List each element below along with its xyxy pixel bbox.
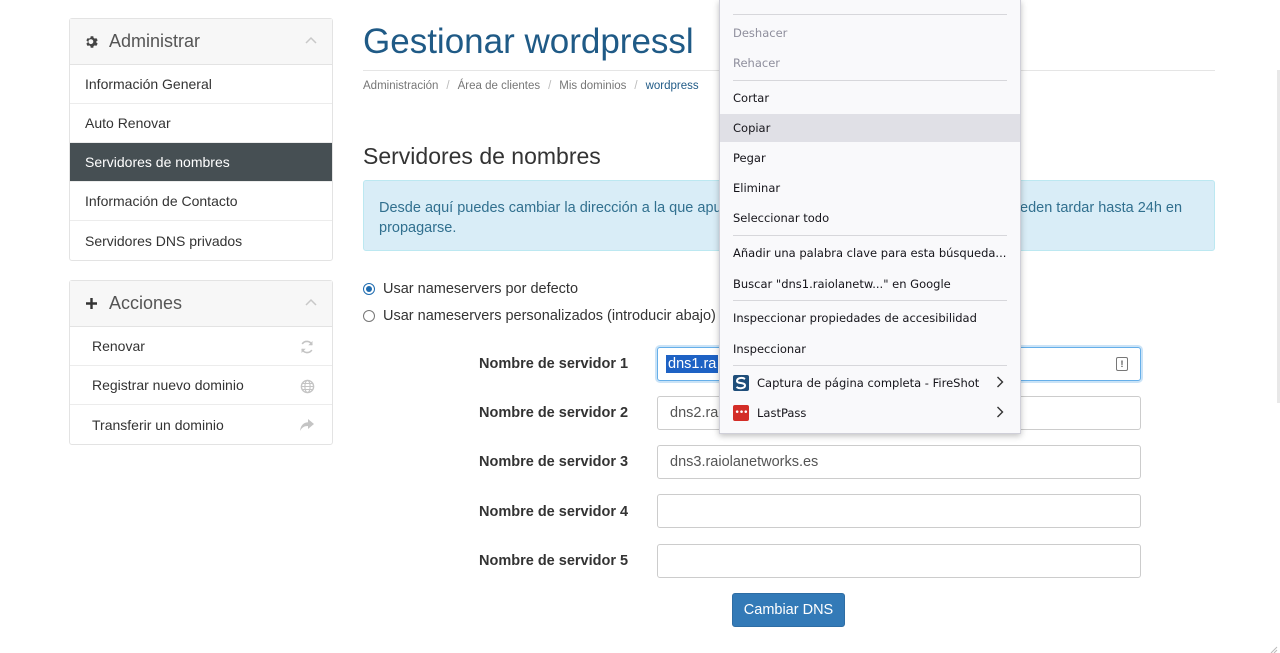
sidebar-item-label: Información de Contacto xyxy=(85,193,238,209)
chevron-right-icon xyxy=(996,376,1004,392)
admin-panel-title: Administrar xyxy=(109,31,201,51)
radio-button[interactable] xyxy=(363,310,375,322)
breadcrumb-item[interactable]: Área de clientes xyxy=(458,80,540,92)
admin-panel: Administrar Información General Auto Ren… xyxy=(69,18,333,261)
action-label: Registrar nuevo dominio xyxy=(92,377,244,393)
chevron-up-icon[interactable] xyxy=(305,295,317,309)
field-label-ns4: Nombre de servidor 4 xyxy=(479,504,629,520)
nameserver-3-input[interactable]: dns3.raiolanetworks.es xyxy=(657,445,1141,479)
radio-button-checked[interactable] xyxy=(363,283,375,295)
menu-separator xyxy=(733,235,1007,236)
cambiar-dns-button[interactable]: Cambiar DNS xyxy=(732,593,845,627)
context-menu: Deshacer Rehacer Cortar Copiar Pegar Eli… xyxy=(719,0,1021,434)
sidebar-item-informacion-general[interactable]: Información General xyxy=(70,65,332,104)
lastpass-icon: ••• xyxy=(733,405,749,421)
menu-separator xyxy=(733,365,1007,366)
action-label: Renovar xyxy=(92,338,145,354)
radio-default-nameservers[interactable]: Usar nameservers por defecto xyxy=(363,281,578,297)
field-label-ns5: Nombre de servidor 5 xyxy=(479,553,629,569)
menu-separator xyxy=(733,80,1007,81)
chevron-right-icon xyxy=(996,406,1004,422)
sidebar-item-label: Servidores de nombres xyxy=(85,154,230,170)
action-label: Transferir un dominio xyxy=(92,416,224,433)
actions-panel-title: Acciones xyxy=(109,293,183,313)
sidebar-item-label: Información General xyxy=(85,76,212,92)
alert-text-right: eden tardar hasta 24h en xyxy=(1020,200,1183,216)
menu-item-add-keyword[interactable]: Añadir una palabra clave para esta búsqu… xyxy=(720,239,1020,267)
gear-icon xyxy=(85,35,101,49)
actions-panel: Acciones Renovar Registrar nuevo dominio… xyxy=(69,280,333,445)
password-manager-icon[interactable]: ! xyxy=(1116,357,1128,371)
breadcrumb-current: wordpress xyxy=(645,80,699,92)
menu-item-paste[interactable]: Pegar xyxy=(720,144,1020,172)
menu-item-delete[interactable]: Eliminar xyxy=(720,174,1020,202)
breadcrumb-item[interactable]: Mis dominios xyxy=(559,80,626,92)
admin-panel-header[interactable]: Administrar xyxy=(70,19,332,65)
menu-item-fireshot[interactable]: Captura de página completa - FireShot xyxy=(720,369,1020,397)
fireshot-icon xyxy=(733,375,749,391)
action-transferir-un-dominio[interactable]: Transferir un dominio xyxy=(70,405,332,444)
actions-panel-header[interactable]: Acciones xyxy=(70,281,332,327)
menu-item-inspect[interactable]: Inspeccionar xyxy=(720,335,1020,363)
sidebar-item-label: Servidores DNS privados xyxy=(85,232,243,249)
plus-icon xyxy=(85,297,101,310)
breadcrumb-item[interactable]: Administración xyxy=(363,80,438,92)
sidebar-item-auto-renovar[interactable]: Auto Renovar xyxy=(70,104,332,143)
field-value: dns3.raiolanetworks.es xyxy=(670,454,819,470)
selected-text: dns1.ra xyxy=(666,355,719,373)
page-title: Gestionar wordpressl xyxy=(363,22,694,61)
menu-item-select-all[interactable]: Seleccionar todo xyxy=(720,204,1020,232)
sidebar-item-label: Auto Renovar xyxy=(85,115,171,131)
menu-item-copy[interactable]: Copiar xyxy=(720,114,1020,142)
radio-custom-nameservers[interactable]: Usar nameservers personalizados (introdu… xyxy=(363,308,716,324)
field-label-ns3: Nombre de servidor 3 xyxy=(479,454,629,470)
resize-grip-icon[interactable] xyxy=(1268,641,1278,653)
menu-item-lastpass[interactable]: ••• LastPass xyxy=(720,399,1020,427)
menu-item-label: LastPass xyxy=(757,406,807,420)
menu-separator xyxy=(733,14,1007,15)
sidebar-item-servidores-de-nombres[interactable]: Servidores de nombres xyxy=(70,143,332,182)
menu-item-cut[interactable]: Cortar xyxy=(720,84,1020,112)
action-registrar-nuevo-dominio[interactable]: Registrar nuevo dominio xyxy=(70,366,332,405)
radio-label: Usar nameservers personalizados (introdu… xyxy=(383,308,716,324)
alert-text-line2: propagarse. xyxy=(379,220,457,236)
menu-item-label: Captura de página completa - FireShot xyxy=(757,376,980,390)
field-value: dns2.ra xyxy=(670,405,719,421)
menu-separator xyxy=(733,300,1007,301)
share-arrow-icon xyxy=(298,416,316,434)
nameserver-5-input[interactable] xyxy=(657,544,1141,578)
section-title: Servidores de nombres xyxy=(363,143,601,169)
chevron-up-icon[interactable] xyxy=(305,33,317,47)
action-renovar[interactable]: Renovar xyxy=(70,327,332,366)
menu-item-undo[interactable]: Deshacer xyxy=(720,19,1020,47)
globe-icon xyxy=(298,377,316,395)
field-label-ns1: Nombre de servidor 1 xyxy=(479,356,629,372)
menu-item-redo[interactable]: Rehacer xyxy=(720,49,1020,77)
field-label-ns2: Nombre de servidor 2 xyxy=(479,405,629,421)
refresh-icon xyxy=(298,338,316,356)
alert-text-left: Desde aquí puedes cambiar la dirección a… xyxy=(379,200,722,216)
sidebar-item-servidores-dns-privados[interactable]: Servidores DNS privados xyxy=(70,221,332,260)
nameserver-4-input[interactable] xyxy=(657,494,1141,528)
breadcrumb: Administración / Área de clientes / Mis domi… xyxy=(363,80,699,92)
menu-item-search-google[interactable]: Buscar "dns1.raiolanetw..." en Google xyxy=(720,270,1020,298)
radio-label: Usar nameservers por defecto xyxy=(383,281,579,297)
menu-item-inspect-accessibility[interactable]: Inspeccionar propiedades de accesibilida… xyxy=(720,304,1020,332)
sidebar-item-informacion-de-contacto[interactable]: Información de Contacto xyxy=(70,182,332,221)
